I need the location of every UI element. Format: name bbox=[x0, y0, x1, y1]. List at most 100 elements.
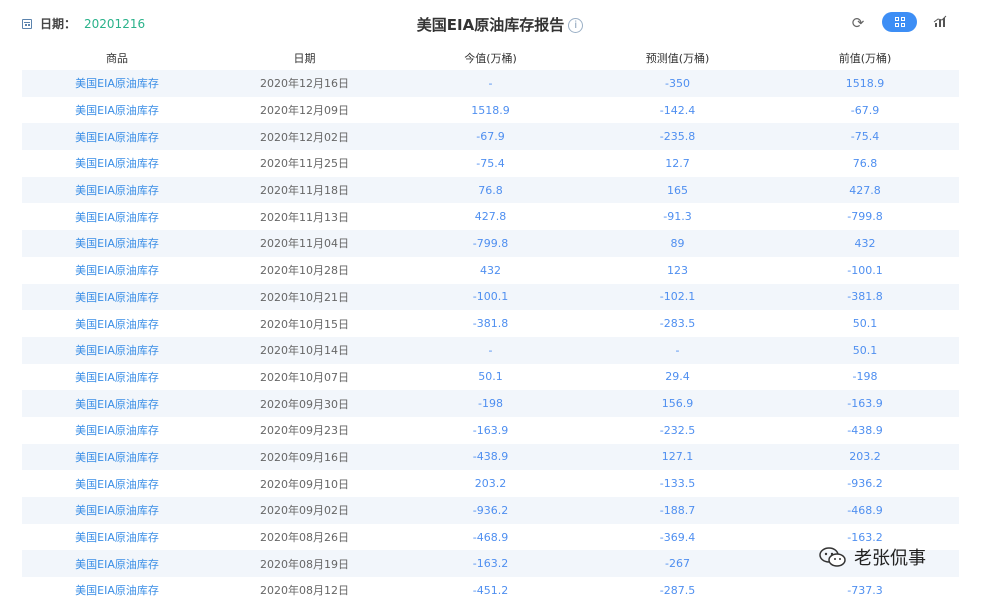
column-header-date: 日期 bbox=[293, 52, 316, 65]
table-row[interactable]: 美国EIA原油库存 2020年09月16日 -438.9 127.1 203.2 bbox=[22, 443, 959, 471]
table-row[interactable]: 美国EIA原油库存 2020年09月23日 -163.9 -232.5 -438.9 bbox=[22, 416, 959, 444]
table-row[interactable]: 美国EIA原油库存 2020年10月07日 50.1 29.4 -198 bbox=[22, 363, 959, 391]
table-row[interactable]: 美国EIA原油库存 2020年11月04日 -799.8 89 432 bbox=[22, 230, 959, 257]
forecast-value-cell: -369.4 bbox=[659, 530, 696, 544]
table-row[interactable]: 美国EIA原油库存 2020年10月21日 -100.1 -102.1 -381.8 bbox=[22, 283, 959, 311]
forecast-value-cell: -91.3 bbox=[663, 210, 692, 224]
actual-value-cell: -468.9 bbox=[472, 530, 509, 544]
commodity-cell[interactable]: 美国EIA原油库存 bbox=[22, 209, 212, 225]
report-header: 日期： 20201216 美国EIA原油库存报告 i ⟳ bbox=[0, 0, 1000, 46]
commodity-cell[interactable]: 美国EIA原油库存 bbox=[22, 396, 212, 412]
wechat-icon bbox=[819, 547, 846, 567]
previous-value-cell: -737.3 bbox=[847, 583, 883, 597]
watermark-text: 老张侃事 bbox=[854, 548, 926, 569]
table-row[interactable]: 美国EIA原油库存 2020年12月16日 - -350 1518.9 bbox=[22, 70, 959, 97]
commodity-cell[interactable]: 美国EIA原油库存 bbox=[22, 262, 212, 278]
commodity-cell[interactable]: 美国EIA原油库存 bbox=[22, 502, 212, 518]
actual-value-cell: -75.4 bbox=[476, 156, 505, 170]
date-cell: 2020年11月25日 bbox=[260, 157, 349, 171]
table-row[interactable]: 美国EIA原油库存 2020年09月30日 -198 156.9 -163.9 bbox=[22, 390, 959, 417]
table-row[interactable]: 美国EIA原油库存 2020年10月15日 -381.8 -283.5 50.1 bbox=[22, 310, 959, 337]
actual-value-cell: -799.8 bbox=[472, 236, 509, 250]
commodity-cell[interactable]: 美国EIA原油库存 bbox=[22, 129, 212, 145]
commodity-cell[interactable]: 美国EIA原油库存 bbox=[22, 369, 212, 385]
date-cell: 2020年08月19日 bbox=[260, 557, 349, 571]
table-row[interactable]: 美国EIA原油库存 2020年10月28日 432 123 -100.1 bbox=[22, 256, 959, 284]
forecast-value-cell: 127.1 bbox=[661, 450, 694, 464]
forecast-value-cell: 29.4 bbox=[665, 370, 690, 384]
previous-value-cell: 50.1 bbox=[852, 317, 878, 331]
commodity-cell[interactable]: 美国EIA原油库存 bbox=[22, 556, 212, 572]
column-header-forecast: 预测值(万桶) bbox=[645, 52, 710, 65]
commodity-cell[interactable]: 美国EIA原油库存 bbox=[22, 316, 212, 332]
previous-value-cell: 427.8 bbox=[849, 183, 881, 197]
actual-value-cell: - bbox=[488, 343, 493, 357]
commodity-cell[interactable]: 美国EIA原油库存 bbox=[22, 289, 212, 305]
table-row[interactable]: 美国EIA原油库存 2020年09月10日 203.2 -133.5 -936.2 bbox=[22, 470, 959, 497]
actual-value-cell: -100.1 bbox=[472, 290, 509, 304]
table-row[interactable]: 美国EIA原油库存 2020年09月02日 -936.2 -188.7 -468.9 bbox=[22, 497, 959, 524]
commodity-cell[interactable]: 美国EIA原油库存 bbox=[22, 529, 212, 545]
date-cell: 2020年10月15日 bbox=[260, 317, 349, 331]
chart-view-icon[interactable] bbox=[932, 14, 948, 30]
forecast-value-cell: 89 bbox=[670, 236, 685, 250]
commodity-cell[interactable]: 美国EIA原油库存 bbox=[22, 449, 212, 465]
previous-value-cell: 203.2 bbox=[849, 450, 881, 464]
commodity-cell[interactable]: 美国EIA原油库存 bbox=[22, 235, 212, 251]
previous-value-cell: -381.8 bbox=[847, 290, 883, 304]
actual-value-cell: - bbox=[488, 76, 493, 90]
actual-value-cell: -198 bbox=[478, 397, 503, 411]
previous-value-cell: 1518.9 bbox=[845, 76, 885, 90]
previous-value-cell: -67.9 bbox=[850, 103, 880, 117]
date-cell: 2020年08月12日 bbox=[260, 584, 349, 598]
commodity-cell[interactable]: 美国EIA原油库存 bbox=[22, 422, 212, 438]
actual-value-cell: -438.9 bbox=[472, 450, 509, 464]
actual-value-cell: 432 bbox=[480, 263, 501, 277]
table-view-button[interactable] bbox=[882, 12, 917, 32]
column-header-commodity: 商品 bbox=[106, 52, 128, 65]
table-view-icon bbox=[894, 17, 905, 27]
previous-value-cell: 50.1 bbox=[852, 343, 878, 357]
forecast-value-cell: -267 bbox=[665, 557, 690, 571]
data-table: 商品 日期 今值(万桶) 预测值(万桶) 前值(万桶) 美国EIA原油库存 202… bbox=[22, 46, 959, 604]
date-cell: 2020年11月04日 bbox=[260, 237, 349, 251]
table-row[interactable]: 美国EIA原油库存 2020年11月13日 427.8 -91.3 -799.8 bbox=[22, 203, 959, 231]
date-cell: 2020年08月26日 bbox=[260, 531, 349, 545]
table-row[interactable]: 美国EIA原油库存 2020年12月02日 -67.9 -235.8 -75.4 bbox=[22, 123, 959, 151]
previous-value-cell: -100.1 bbox=[847, 263, 883, 277]
commodity-cell[interactable]: 美国EIA原油库存 bbox=[22, 476, 212, 492]
date-cell: 2020年12月02日 bbox=[260, 130, 349, 144]
actual-value-cell: 1518.9 bbox=[471, 103, 510, 117]
table-row[interactable]: 美国EIA原油库存 2020年12月09日 1518.9 -142.4 -67.9 bbox=[22, 96, 959, 124]
commodity-cell[interactable]: 美国EIA原油库存 bbox=[22, 582, 212, 598]
date-cell: 2020年09月10日 bbox=[260, 477, 349, 491]
actual-value-cell: -67.9 bbox=[476, 130, 505, 144]
previous-value-cell: -799.8 bbox=[847, 210, 883, 224]
commodity-cell[interactable]: 美国EIA原油库存 bbox=[22, 182, 212, 198]
previous-value-cell: -468.9 bbox=[847, 503, 883, 517]
forecast-value-cell: - bbox=[675, 343, 680, 357]
table-row[interactable]: 美国EIA原油库存 2020年10月14日 - - 50.1 bbox=[22, 336, 959, 364]
date-cell: 2020年12月09日 bbox=[260, 104, 349, 118]
forecast-value-cell: -283.5 bbox=[659, 317, 696, 331]
commodity-cell[interactable]: 美国EIA原油库存 bbox=[22, 102, 212, 118]
table-row[interactable]: 美国EIA原油库存 2020年08月12日 -451.2 -287.5 -737.3 bbox=[22, 577, 959, 604]
table-header: 商品 日期 今值(万桶) 预测值(万桶) 前值(万桶) bbox=[22, 46, 959, 70]
table-row[interactable]: 美国EIA原油库存 2020年11月25日 -75.4 12.7 76.8 bbox=[22, 150, 959, 177]
actual-value-cell: -163.2 bbox=[472, 557, 509, 571]
previous-value-cell: 76.8 bbox=[852, 156, 878, 170]
forecast-value-cell: 156.9 bbox=[661, 397, 694, 411]
date-cell: 2020年09月02日 bbox=[260, 504, 349, 518]
actual-value-cell: -381.8 bbox=[472, 317, 509, 331]
refresh-icon[interactable]: ⟳ bbox=[849, 14, 867, 32]
watermark: 老张侃事 bbox=[818, 541, 926, 573]
commodity-cell[interactable]: 美国EIA原油库存 bbox=[22, 155, 212, 171]
previous-value-cell: -75.4 bbox=[850, 130, 880, 144]
actual-value-cell: -163.9 bbox=[472, 423, 509, 437]
forecast-value-cell: -188.7 bbox=[659, 503, 696, 517]
commodity-cell[interactable]: 美国EIA原油库存 bbox=[22, 75, 212, 91]
table-row[interactable]: 美国EIA原油库存 2020年11月18日 76.8 165 427.8 bbox=[22, 176, 959, 204]
info-icon[interactable]: i bbox=[568, 18, 584, 33]
forecast-value-cell: 123 bbox=[667, 263, 688, 277]
commodity-cell[interactable]: 美国EIA原油库存 bbox=[22, 342, 212, 358]
